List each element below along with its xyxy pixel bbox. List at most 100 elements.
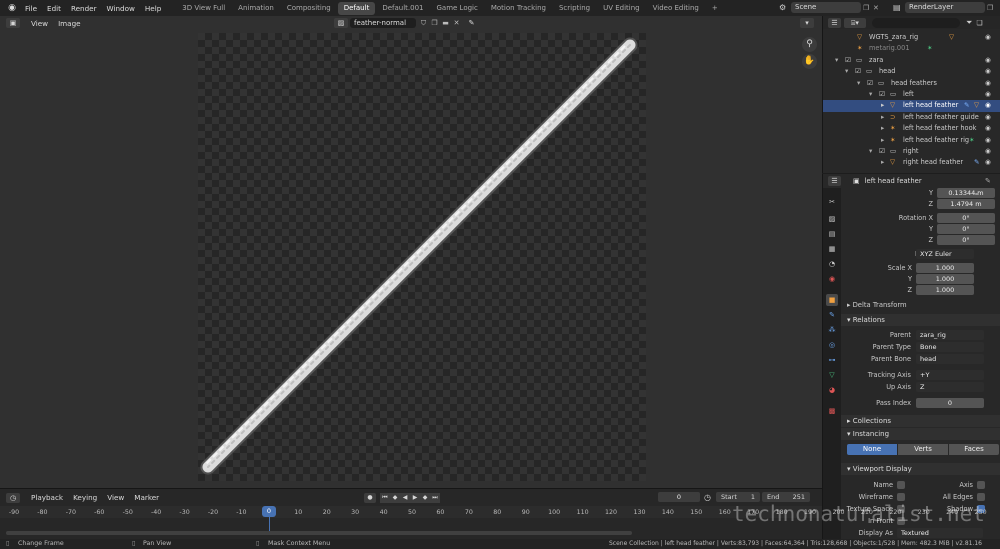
new-collection-icon[interactable]: ❏ — [976, 19, 982, 27]
record-button[interactable]: ● — [364, 492, 376, 503]
viewport-display-panel-header[interactable]: ▾ Viewport Display — [841, 463, 1000, 475]
output-tab-icon[interactable]: ▤ — [826, 228, 838, 240]
rotation-mode-dropdown[interactable]: XYZ Euler — [916, 249, 974, 259]
outliner-row-left-head-feather[interactable]: ▸ ▽ left head feather ✎ ▽ ◉ — [823, 100, 1000, 112]
outliner-row-head[interactable]: ▾ ☑ ▭ head ◉ — [823, 66, 1000, 77]
parent-field[interactable]: zara_rig — [916, 330, 984, 340]
display-mode-icon[interactable]: ⌸▾ — [844, 17, 866, 28]
outliner-row-right-head-feather[interactable]: ▸ ▽ right head feather ✎ ◉ — [823, 157, 1000, 168]
visibility-eye-icon[interactable]: ◉ — [985, 123, 991, 134]
visibility-eye-icon[interactable]: ◉ — [985, 112, 991, 123]
particles-tab-icon[interactable]: ⁂ — [826, 324, 838, 336]
data-tab-icon[interactable]: ▽ — [826, 369, 838, 381]
scale-x-field[interactable]: 1.000 — [916, 263, 974, 273]
menu-edit[interactable]: Edit — [42, 4, 66, 13]
location-z-field[interactable]: 1.4794 m — [937, 199, 995, 209]
constraints-tab-icon[interactable]: ⊶ — [826, 354, 838, 366]
world-tab-icon[interactable]: ◉ — [826, 273, 838, 285]
expand-arrow-icon[interactable]: ▸ — [881, 157, 884, 168]
render-tab-icon[interactable]: ▨ — [826, 213, 838, 225]
collection-checkbox-icon[interactable]: ☑ — [879, 89, 885, 100]
menu-image[interactable]: Image — [53, 19, 86, 28]
parent-type-dropdown[interactable]: Bone — [916, 342, 984, 352]
outliner-row-zara[interactable]: ▾ ☑ ▭ zara ◉ — [823, 55, 1000, 66]
outliner-row-feather-hook[interactable]: ▸ ✶ left head feather hook ◉ — [823, 123, 1000, 134]
timeline-menu-view[interactable]: View — [102, 493, 129, 502]
menu-window[interactable]: Window — [102, 4, 140, 13]
pan-hand-icon[interactable]: ✋ — [802, 54, 817, 69]
editor-display-icon[interactable]: ▾ — [800, 18, 814, 28]
current-frame-field[interactable]: 0 — [658, 492, 700, 502]
physics-tab-icon[interactable]: ◎ — [826, 339, 838, 351]
outliner-row-right[interactable]: ▾ ☑ ▭ right ◉ — [823, 146, 1000, 157]
view-layer-icon[interactable]: ▤ — [893, 3, 905, 12]
instancing-faces-button[interactable]: Faces — [949, 444, 999, 455]
image-browse-icon[interactable]: ▨ — [334, 18, 348, 28]
jump-start-icon[interactable]: ⏮ — [380, 492, 390, 503]
tab-3d-view-full[interactable]: 3D View Full — [176, 2, 231, 15]
tab-video-editing[interactable]: Video Editing — [647, 2, 705, 15]
expand-arrow-icon[interactable]: ▸ — [881, 135, 884, 146]
tab-motion-tracking[interactable]: Motion Tracking — [485, 2, 552, 15]
expand-arrow-icon[interactable]: ▸ — [881, 112, 884, 123]
vd-name-checkbox[interactable] — [897, 481, 905, 489]
jump-key-forward-icon[interactable]: ◆ — [420, 492, 430, 503]
expand-arrow-icon[interactable]: ▸ — [881, 123, 884, 134]
scene-tab-icon[interactable]: ◔ — [826, 258, 838, 270]
tab-scripting[interactable]: Scripting — [553, 2, 596, 15]
tab-uv-editing[interactable]: UV Editing — [597, 2, 646, 15]
parent-bone-field[interactable]: head — [916, 354, 984, 364]
scale-z-field[interactable]: 1.000 — [916, 285, 974, 295]
collection-checkbox-icon[interactable]: ☑ — [855, 66, 861, 77]
view-layer-field[interactable]: RenderLayer — [905, 2, 985, 13]
scene-copy-icon[interactable]: ❐ — [863, 4, 873, 12]
location-y-field[interactable]: 0.13344 m — [937, 188, 995, 198]
tab-default-001[interactable]: Default.001 — [376, 2, 429, 15]
unlink-image-icon[interactable]: ✕ — [451, 19, 462, 27]
pin-icon[interactable]: ✎ — [985, 177, 991, 185]
modifier-tab-icon[interactable]: ✎ — [826, 309, 838, 321]
play-reverse-icon[interactable]: ◀ — [400, 492, 410, 503]
texture-tab-icon[interactable]: ▩ — [826, 405, 838, 417]
outliner-row-wgts[interactable]: ▽ WGTS_zara_rig ▽ ◉ — [823, 32, 1000, 43]
expand-arrow-icon[interactable]: ▸ — [881, 100, 884, 111]
object-tab-icon[interactable]: ■ — [826, 294, 838, 306]
fake-user-shield-icon[interactable]: ⛉ — [418, 19, 429, 28]
jump-key-back-icon[interactable]: ◆ — [390, 492, 400, 503]
visibility-eye-icon[interactable]: ◉ — [985, 146, 991, 157]
pin-icon[interactable]: ✎ — [466, 19, 477, 27]
visibility-eye-icon[interactable]: ◉ — [985, 89, 991, 100]
timeline-menu-playback[interactable]: Playback — [26, 493, 68, 502]
open-image-folder-icon[interactable]: ▬ — [440, 19, 451, 27]
view-layer-tab-icon[interactable]: ▦ — [826, 243, 838, 255]
image-canvas[interactable] — [198, 33, 646, 481]
tab-animation[interactable]: Animation — [232, 2, 280, 15]
vd-all-edges-checkbox[interactable] — [977, 493, 985, 501]
scale-y-field[interactable]: 1.000 — [916, 274, 974, 284]
relations-panel-header[interactable]: ▾ Relations — [841, 314, 1000, 326]
outliner-row-metarig[interactable]: ✶ metarig.001 ✶ — [823, 43, 1000, 54]
pass-index-field[interactable]: 0 — [916, 398, 984, 408]
visibility-eye-icon[interactable]: ◉ — [985, 135, 991, 146]
image-name-field[interactable]: feather-normal — [350, 18, 416, 28]
visibility-eye-icon[interactable]: ◉ — [985, 78, 991, 89]
vd-display-as-dropdown[interactable]: Textured — [897, 528, 983, 538]
menu-render[interactable]: Render — [66, 4, 102, 13]
filter-icon[interactable]: ⏷ — [966, 18, 972, 28]
zoom-icon[interactable]: ⚲ — [802, 37, 817, 52]
tab-game-logic[interactable]: Game Logic — [430, 2, 483, 15]
instancing-panel-header[interactable]: ▾ Instancing — [841, 428, 1000, 440]
delta-transform-panel[interactable]: ▸ Delta Transform — [847, 301, 907, 309]
visibility-eye-icon[interactable]: ◉ — [985, 157, 991, 168]
clock-icon[interactable]: ◷ — [704, 493, 711, 502]
start-frame-field[interactable]: Start 1 — [716, 492, 760, 502]
rotation-y-field[interactable]: 0° — [937, 224, 995, 234]
tab-compositing[interactable]: Compositing — [281, 2, 337, 15]
material-tab-icon[interactable]: ◕ — [826, 384, 838, 396]
outliner-editor-icon[interactable]: ☰ — [828, 17, 841, 28]
expand-arrow-icon[interactable]: ▾ — [845, 66, 848, 77]
menu-view[interactable]: View — [26, 19, 53, 28]
visibility-eye-icon[interactable]: ◉ — [985, 66, 991, 77]
view-layer-copy-icon[interactable]: ❐ — [987, 4, 997, 12]
editor-type-icon[interactable]: ▣ — [6, 18, 20, 28]
